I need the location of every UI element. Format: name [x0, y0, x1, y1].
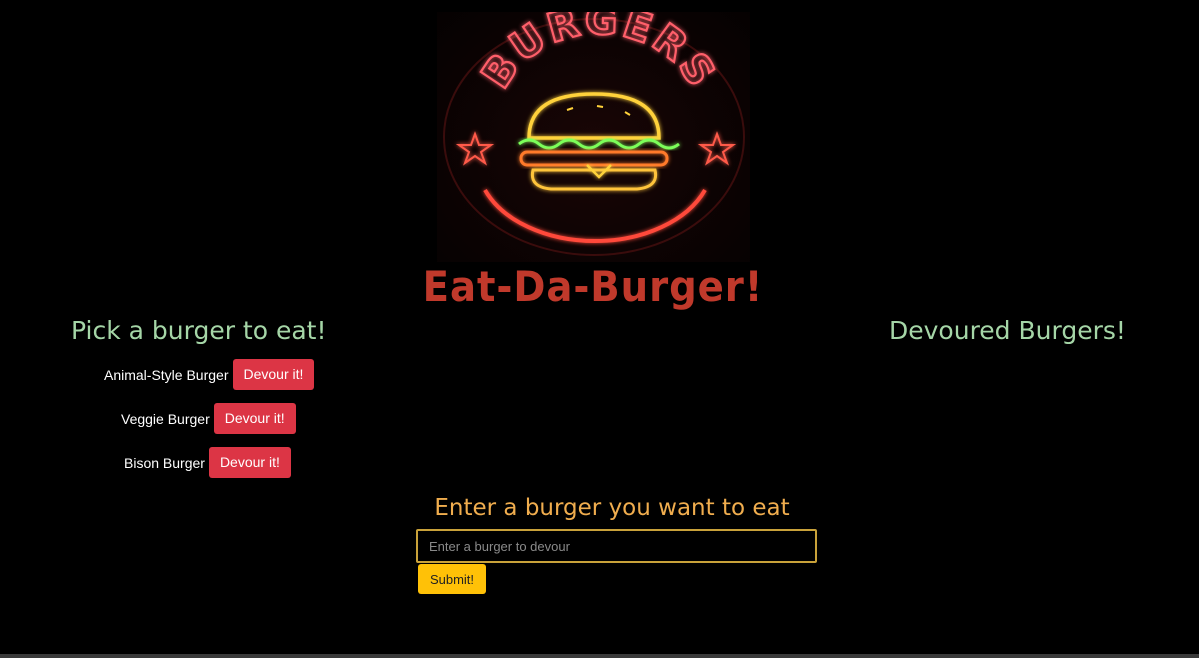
devoured-burgers-heading: Devoured Burgers!	[889, 316, 1126, 345]
burger-name-input[interactable]	[416, 529, 817, 563]
burger-list-item: Veggie Burger Devour it!	[121, 403, 296, 434]
submit-button[interactable]: Submit!	[418, 564, 486, 594]
burger-list-item: Animal-Style Burger Devour it!	[104, 359, 315, 390]
bottom-edge-bar	[0, 654, 1199, 658]
pick-burger-heading: Pick a burger to eat!	[71, 316, 327, 345]
burger-name: Bison Burger	[124, 454, 205, 471]
svg-text:BURGERS: BURGERS	[473, 12, 725, 97]
burger-name: Animal-Style Burger	[104, 366, 229, 383]
devour-button[interactable]: Devour it!	[213, 403, 296, 434]
burgers-neon-logo: BURGERS	[437, 12, 750, 262]
add-burger-heading: Enter a burger you want to eat	[434, 495, 790, 521]
neon-burger-icon: BURGERS	[443, 12, 745, 256]
burger-list-item: Bison Burger Devour it!	[124, 447, 291, 478]
devour-button[interactable]: Devour it!	[208, 447, 291, 478]
page: BURGERS Eat-Da-Burger! Pick a burger to …	[0, 0, 1199, 658]
page-title: Eat-Da-Burger!	[422, 262, 764, 311]
burger-name: Veggie Burger	[121, 410, 210, 427]
devour-button[interactable]: Devour it!	[232, 359, 315, 390]
